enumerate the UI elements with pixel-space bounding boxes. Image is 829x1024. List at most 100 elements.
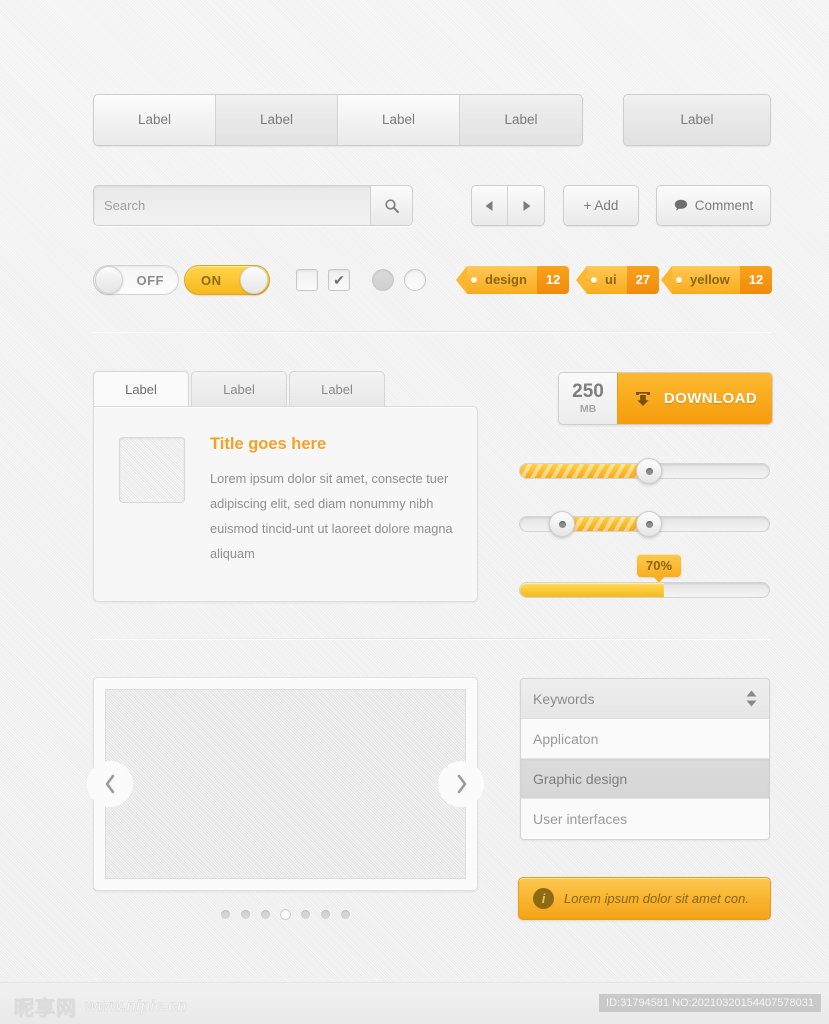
- triangle-right-icon: [523, 200, 530, 211]
- checkbox-unchecked[interactable]: [296, 269, 318, 291]
- card-body-text: Lorem ipsum dolor sit amet, consecte tue…: [210, 471, 453, 561]
- card-thumbnail: [119, 437, 185, 503]
- caret-down-icon[interactable]: [746, 700, 757, 707]
- slider-fill: [520, 464, 650, 478]
- radio-button-selected[interactable]: [372, 269, 394, 291]
- segmented-button-1[interactable]: Label: [94, 95, 216, 145]
- single-button-group[interactable]: Label: [623, 94, 771, 146]
- comment-button-label: Comment: [694, 198, 754, 213]
- toggle-switch-off[interactable]: OFF: [93, 265, 179, 295]
- image-carousel: [87, 677, 484, 891]
- keywords-list[interactable]: Keywords Applicaton Graphic design User …: [520, 678, 770, 840]
- download-size-unit: MB: [579, 403, 597, 415]
- download-size: 250 MB: [559, 373, 617, 424]
- radio-button-unselected[interactable]: [404, 269, 426, 291]
- carousel-next-button[interactable]: [438, 761, 484, 807]
- toggle-knob: [240, 266, 268, 294]
- slider-handle-high[interactable]: [636, 511, 663, 537]
- carousel-dot[interactable]: [241, 910, 250, 919]
- tag-dot-icon: [471, 277, 477, 283]
- notice-message: Lorem ipsum dolor sit amet con.: [564, 891, 749, 906]
- list-header[interactable]: Keywords: [521, 679, 769, 719]
- carousel-dot-active[interactable]: [281, 910, 290, 919]
- toggle-off-label: OFF: [136, 272, 164, 288]
- watermark-logo: 昵享网 www.nipic.cn: [14, 992, 187, 1021]
- single-label-button[interactable]: Label: [624, 95, 770, 145]
- segmented-button-3[interactable]: Label: [338, 95, 460, 145]
- list-item-selected[interactable]: Graphic design: [521, 759, 769, 799]
- segmented-button-group[interactable]: Label Label Label Label: [93, 94, 583, 146]
- tag-body: design: [467, 266, 537, 294]
- info-icon: i: [533, 888, 554, 909]
- tag-point: [661, 266, 672, 294]
- download-button[interactable]: DOWNLOAD: [617, 373, 772, 424]
- list-item[interactable]: User interfaces: [521, 799, 769, 839]
- slider-range[interactable]: [519, 511, 770, 537]
- search-input[interactable]: [94, 186, 370, 225]
- carousel-dot[interactable]: [301, 910, 310, 919]
- tag-label: ui: [605, 272, 617, 287]
- next-button[interactable]: [508, 186, 544, 225]
- content-card: Title goes here Lorem ipsum dolor sit am…: [93, 406, 478, 602]
- id-badge: ID:31794581 NO:20210320154407578031: [599, 994, 821, 1012]
- spinner-control[interactable]: [746, 690, 757, 707]
- list-item[interactable]: Applicaton: [521, 719, 769, 759]
- download-button-label: DOWNLOAD: [663, 390, 758, 407]
- search-icon: [384, 198, 399, 213]
- section-divider: [93, 331, 771, 332]
- toggle-knob: [95, 266, 123, 294]
- tag-body: ui: [587, 266, 627, 294]
- chevron-right-icon: [457, 774, 466, 794]
- download-widget[interactable]: 250 MB DOWNLOAD: [558, 372, 773, 425]
- speech-bubble-icon: [674, 199, 687, 211]
- carousel-dot[interactable]: [341, 910, 350, 919]
- tag-label: yellow: [690, 272, 730, 287]
- tab-bar[interactable]: Label Label Label: [93, 371, 387, 407]
- segmented-button-2[interactable]: Label: [216, 95, 338, 145]
- carousel-dot[interactable]: [221, 910, 230, 919]
- watermark-chinese-text: 昵享网: [14, 996, 77, 1021]
- add-button[interactable]: + Add: [563, 185, 639, 226]
- checkmark-icon: ✔: [333, 272, 345, 288]
- prev-button[interactable]: [472, 186, 508, 225]
- progress-fill: [520, 583, 665, 597]
- tag-count: 12: [739, 266, 773, 294]
- carousel-dot[interactable]: [321, 910, 330, 919]
- tag-point: [456, 266, 467, 294]
- ui-kit-page: Label Label Label Label Label + Add: [0, 0, 829, 1024]
- segmented-button-4[interactable]: Label: [460, 95, 582, 145]
- tag-design[interactable]: design 12: [456, 266, 570, 294]
- slider-handle[interactable]: [636, 458, 663, 484]
- search-bar[interactable]: [93, 185, 413, 226]
- slider-handle-low[interactable]: [549, 511, 576, 537]
- tag-yellow[interactable]: yellow 12: [661, 266, 773, 294]
- carousel-prev-button[interactable]: [87, 761, 133, 807]
- info-notice[interactable]: i Lorem ipsum dolor sit amet con.: [518, 877, 771, 920]
- download-size-number: 250: [572, 381, 604, 402]
- carousel-dot[interactable]: [261, 910, 270, 919]
- tag-ui[interactable]: ui 27: [576, 266, 660, 294]
- tab-2[interactable]: Label: [191, 371, 287, 407]
- tag-count: 27: [626, 266, 660, 294]
- carousel-dots[interactable]: [93, 910, 478, 919]
- tag-point: [576, 266, 587, 294]
- tab-3[interactable]: Label: [289, 371, 385, 407]
- checkbox-checked[interactable]: ✔: [328, 269, 350, 291]
- carousel-image-placeholder: [105, 689, 466, 879]
- tag-count: 12: [536, 266, 570, 294]
- caret-up-icon[interactable]: [746, 690, 757, 697]
- tag-dot-icon: [676, 277, 682, 283]
- watermark-url-text: www.nipic.cn: [85, 997, 187, 1015]
- slider-single[interactable]: [519, 458, 770, 484]
- triangle-left-icon: [485, 200, 493, 211]
- search-button[interactable]: [370, 186, 412, 225]
- pager-buttons[interactable]: [471, 185, 545, 226]
- tab-1[interactable]: Label: [93, 371, 189, 407]
- comment-button[interactable]: Comment: [656, 185, 771, 226]
- toggle-on-label: ON: [201, 272, 222, 288]
- chevron-left-icon: [105, 774, 114, 794]
- card-title: Title goes here: [210, 435, 327, 453]
- tag-label: design: [485, 272, 527, 287]
- toggle-switch-on[interactable]: ON: [184, 265, 270, 295]
- add-button-label: + Add: [583, 198, 619, 213]
